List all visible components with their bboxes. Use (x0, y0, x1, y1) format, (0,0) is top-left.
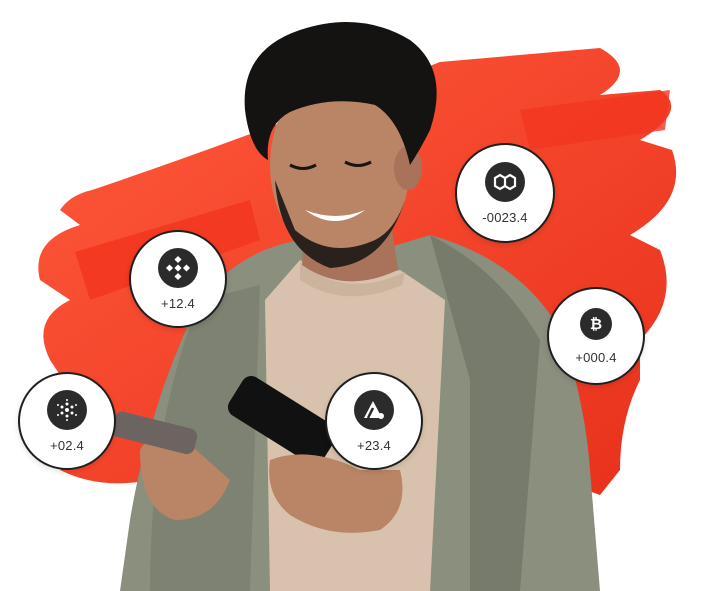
bitcoin-change-value: +000.4 (575, 349, 617, 365)
polygon-change-value: -0023.4 (482, 209, 528, 225)
cardano-price-badge: +02.4 (18, 372, 116, 470)
svg-text:₿: ₿ (590, 316, 602, 333)
bnb-change-value: +12.4 (161, 295, 195, 311)
avalanche-price-badge: +23.4 (325, 372, 423, 470)
bnb-icon (158, 247, 198, 288)
bitcoin-price-badge: ₿ +000.4 (547, 287, 645, 385)
polygon-price-badge: -0023.4 (455, 143, 555, 243)
bitcoin-icon: ₿ (580, 307, 612, 340)
bnb-price-badge: +12.4 (129, 230, 227, 328)
cardano-icon (47, 389, 87, 430)
hero-illustration: +12.4 -0023.4 ₿ +000.4 +02.4 +23.4 (0, 0, 703, 591)
polygon-icon (485, 161, 525, 202)
avalanche-change-value: +23.4 (357, 437, 391, 453)
avalanche-icon (354, 389, 394, 430)
cardano-change-value: +02.4 (50, 437, 84, 453)
